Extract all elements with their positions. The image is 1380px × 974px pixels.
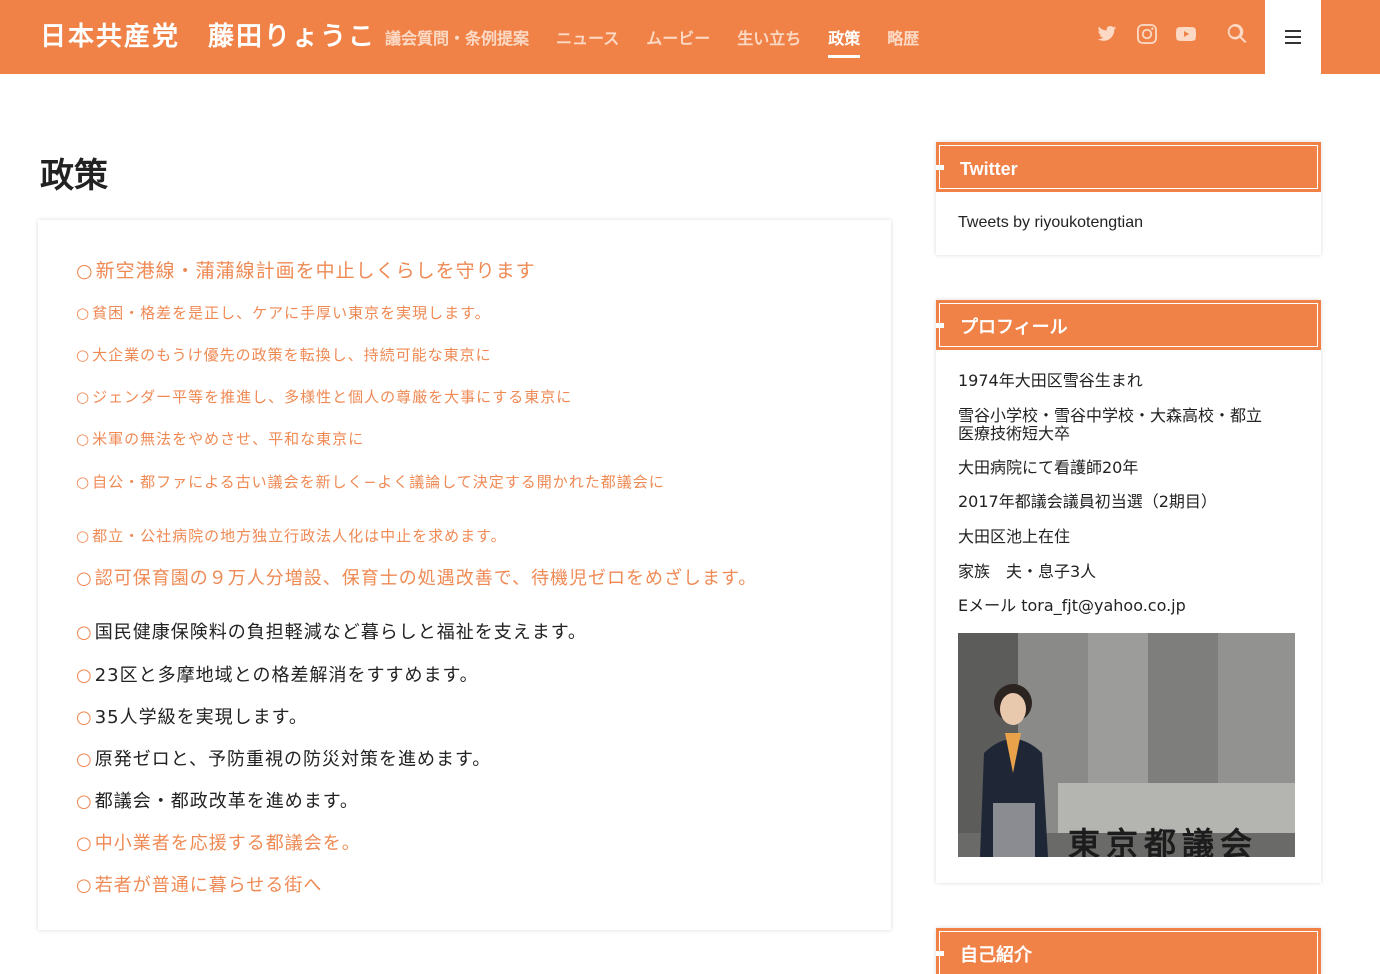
policy-item: ○ 都議会・都政改革を進めます。 [76, 791, 359, 812]
intro-widget: 自己紹介 [936, 928, 1321, 974]
policy-item: ○ 35人学級を実現します。 [76, 707, 308, 728]
policy-item: ○ 認可保育園の９万人分増設、保育士の処遇改善で、待機児ゼロをめざします。 [76, 568, 758, 589]
bullet-icon: ○ [76, 707, 93, 728]
policy-item: ○ 若者が普通に暮らせる街へ [76, 875, 323, 896]
main-nav: 議会質問・条例提案 ニュース ムービー 生い立ち 政策 略歴 [385, 0, 946, 74]
profile-family: 家族 夫・息子3人 [958, 562, 1097, 581]
profile-birth: 1974年大田区雪谷生まれ [958, 371, 1143, 390]
bullet-icon: ○ [76, 875, 93, 896]
menu-icon [1285, 30, 1301, 44]
profile-education: 雪谷小学校・雪谷中学校・大森高校・都立 [958, 406, 1263, 425]
search-icon[interactable] [1227, 24, 1247, 46]
policy-item: ○ 米軍の無法をやめさせ、平和な東京に [76, 430, 365, 448]
bullet-icon: ○ [76, 749, 93, 770]
policy-item: ○ 国民健康保険料の負担軽減など暮らしと福祉を支えます。 [76, 622, 587, 643]
nav-item-movie[interactable]: ムービー [646, 25, 710, 49]
widget-title-intro: 自己紹介 [936, 928, 1321, 974]
instagram-icon[interactable] [1137, 24, 1157, 46]
policy-item: ○ ジェンダー平等を推進し、多様性と個人の尊厳を大事にする東京に [76, 388, 573, 406]
profile-photo: 東京都議会 [958, 633, 1295, 857]
bullet-icon: ○ [76, 791, 93, 812]
page-title: 政策 [40, 156, 108, 196]
policy-item: ○ 新空港線・蒲蒲線計画を中止しくらしを守ります [76, 260, 536, 282]
nav-item-policy[interactable]: 政策 [828, 25, 861, 58]
policy-item: ○ 都立・公社病院の地方独立行政法人化は中止を求めます。 [76, 527, 507, 545]
profile-education-cont: 医療技術短大卒 [958, 424, 1071, 443]
site-title[interactable]: 日本共産党 藤田りょうこ [40, 16, 376, 53]
nav-item-background[interactable]: 生い立ち [737, 25, 801, 49]
policy-item: ○ 原発ゼロと、予防重視の防災対策を進めます。 [76, 749, 492, 770]
profile-email[interactable]: Eメール tora_fjt@yahoo.co.jp [958, 597, 1186, 615]
photo-sign-text: 東京都議会 [1068, 825, 1259, 857]
widget-title-profile: プロフィール [936, 300, 1321, 350]
bullet-icon: ○ [76, 622, 93, 643]
profile-residence: 大田区池上在住 [958, 527, 1071, 546]
bullet-icon: ○ [76, 568, 93, 589]
profile-widget: プロフィール 1974年大田区雪谷生まれ 雪谷小学校・雪谷中学校・大森高校・都立… [936, 300, 1321, 883]
nav-item-questions[interactable]: 議会質問・条例提案 [385, 25, 529, 49]
policy-item: ○ 貧困・格差を是正し、ケアに手厚い東京を実現します。 [76, 304, 491, 322]
bullet-icon: ○ [76, 346, 91, 364]
menu-button[interactable] [1265, 0, 1321, 74]
policy-item: ○ 大企業のもうけ優先の政策を転換し、持続可能な東京に [76, 346, 492, 364]
bullet-icon: ○ [76, 527, 91, 545]
twitter-widget: Twitter Tweets by riyoukotengtian [936, 142, 1321, 255]
site-header: 日本共産党 藤田りょうこ 議会質問・条例提案 ニュース ムービー 生い立ち 政策… [0, 0, 1380, 74]
bullet-icon: ○ [76, 833, 93, 854]
bullet-icon: ○ [76, 260, 94, 282]
policy-item: ○ 自公・都ファによる古い議会を新しく−よく議論して決定する開かれた都議会に [76, 473, 665, 491]
youtube-icon[interactable] [1176, 24, 1196, 46]
bullet-icon: ○ [76, 430, 91, 448]
bullet-icon: ○ [76, 473, 91, 491]
widget-title-twitter: Twitter [936, 142, 1321, 192]
nav-item-news[interactable]: ニュース [556, 25, 619, 49]
profile-election: 2017年都議会議員初当選（2期目） [958, 492, 1217, 511]
twitter-timeline-link[interactable]: Tweets by riyoukotengtian [958, 214, 1299, 232]
policy-item: ○ 23区と多摩地域との格差解消をすすめます。 [76, 665, 479, 686]
bullet-icon: ○ [76, 388, 91, 406]
bullet-icon: ○ [76, 665, 93, 686]
policy-item: ○ 中小業者を応援する都議会を。 [76, 833, 361, 854]
twitter-icon[interactable] [1097, 24, 1117, 46]
nav-item-history[interactable]: 略歴 [887, 25, 919, 49]
profile-career: 大田病院にて看護師20年 [958, 458, 1139, 477]
bullet-icon: ○ [76, 304, 91, 322]
